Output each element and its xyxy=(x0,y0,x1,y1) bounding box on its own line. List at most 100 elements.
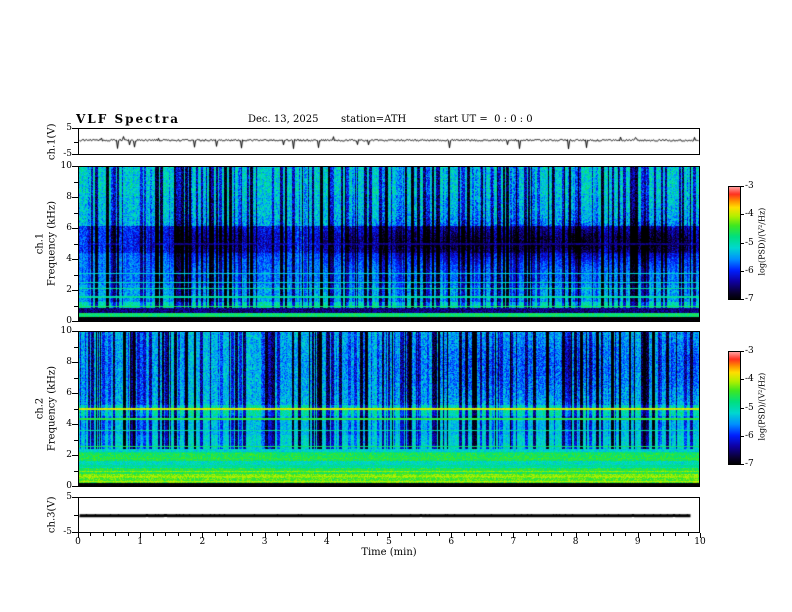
spec2-y-tick-label: 6 xyxy=(66,388,72,398)
ch1-waveform-panel xyxy=(78,128,700,155)
x-tick-mark xyxy=(600,533,601,536)
spec1-y-tick-mark xyxy=(72,290,78,291)
spec1-y-tick-mark xyxy=(72,228,78,229)
spec1-y-tick-label: 10 xyxy=(60,161,72,171)
x-tick-mark xyxy=(650,533,651,536)
colorbar2-tick-label: -4 xyxy=(745,374,754,384)
spec1-y-tick-label: 4 xyxy=(66,254,72,264)
x-tick-mark xyxy=(352,533,353,536)
spec2-y-tick-mark xyxy=(72,393,78,394)
spec2-y-tick-label: 8 xyxy=(66,357,72,367)
ch1-spectrogram-canvas xyxy=(79,167,699,321)
vlf-spectra-figure: VLF Spectra Dec. 13, 2025 station=ATH st… xyxy=(0,0,792,612)
x-tick-label: 6 xyxy=(448,537,455,547)
colorbar1-tick-mark xyxy=(741,243,744,244)
x-tick-mark xyxy=(464,533,465,536)
x-axis-title: Time (min) xyxy=(361,547,417,558)
ch2-spectrogram-panel xyxy=(78,331,700,487)
x-tick-mark xyxy=(115,533,116,536)
spec1-y-tick-mark xyxy=(74,182,78,183)
station-label: station=ATH xyxy=(341,114,407,125)
colorbar1-tick-label: -3 xyxy=(745,181,754,191)
x-tick-mark xyxy=(302,533,303,536)
x-tick-mark xyxy=(277,533,278,536)
spec2-y-tick-mark xyxy=(74,347,78,348)
spec2-y-tick-mark xyxy=(72,486,78,487)
x-tick-mark xyxy=(538,533,539,536)
wave1-y-minor-tick xyxy=(74,142,78,143)
spec2-y-tick-mark xyxy=(74,378,78,379)
spec1-y-tick-mark xyxy=(72,197,78,198)
x-tick-mark xyxy=(563,533,564,536)
x-tick-mark xyxy=(377,533,378,536)
x-tick-label: 0 xyxy=(75,537,81,547)
colorbar2-tick-label: -3 xyxy=(745,346,754,356)
wave1-y-tick-mark xyxy=(72,128,78,129)
x-tick-mark xyxy=(414,533,415,536)
colorbar2-tick-label: -6 xyxy=(745,431,754,441)
colorbar1-tick-mark xyxy=(741,214,744,215)
x-tick-label: 8 xyxy=(572,537,579,547)
x-tick-mark xyxy=(588,533,589,536)
wave3-y-tick-mark xyxy=(72,497,78,498)
x-tick-mark xyxy=(252,533,253,536)
x-tick-mark xyxy=(190,533,191,536)
ch1-waveform-canvas xyxy=(79,129,699,154)
x-tick-label: 1 xyxy=(137,537,144,547)
x-tick-mark xyxy=(426,533,427,536)
x-tick-label: 5 xyxy=(386,537,392,547)
x-tick-label: 4 xyxy=(323,537,330,547)
colorbar1-tick-mark xyxy=(741,299,744,300)
spec1-y-tick-mark xyxy=(74,213,78,214)
x-tick-mark xyxy=(178,533,179,536)
x-tick-mark xyxy=(476,533,477,536)
colorbar1-tick-label: -4 xyxy=(745,209,754,219)
ch2-spectrogram-canvas xyxy=(79,332,699,486)
start-ut-label: start UT = 0 : 0 : 0 xyxy=(434,114,533,125)
spec2-y-tick-mark xyxy=(72,424,78,425)
spec2-y-tick-label: 0 xyxy=(66,481,72,491)
x-tick-mark xyxy=(153,533,154,536)
x-tick-mark xyxy=(663,533,664,536)
x-tick-label: 10 xyxy=(694,537,706,547)
spec2-y-tick-mark xyxy=(74,409,78,410)
colorbar2-tick-mark xyxy=(741,379,744,380)
colorbar2-tick-label: -5 xyxy=(745,403,754,413)
spec1-y-tick-mark xyxy=(74,244,78,245)
x-tick-mark xyxy=(501,533,502,536)
wave3-y-tick-mark xyxy=(72,532,78,533)
wave3-y-tick-label: 5 xyxy=(66,492,72,502)
x-tick-mark xyxy=(688,533,689,536)
x-tick-mark xyxy=(289,533,290,536)
x-tick-mark xyxy=(165,533,166,536)
x-tick-mark xyxy=(401,533,402,536)
colorbar1-tick-mark xyxy=(741,186,744,187)
colorbar2-tick-mark xyxy=(741,408,744,409)
x-tick-mark xyxy=(240,533,241,536)
x-tick-mark xyxy=(128,533,129,536)
ch2-frequency-axis-label-line1: ch.2 xyxy=(34,397,46,420)
spec2-y-tick-label: 10 xyxy=(60,326,72,336)
spec1-y-tick-mark xyxy=(72,259,78,260)
wave3-y-tick-label: -5 xyxy=(63,527,72,537)
colorbar1-tick-label: -6 xyxy=(745,266,754,276)
wave3-y-minor-tick xyxy=(74,515,78,516)
colorbar2 xyxy=(728,351,741,465)
ch1-spectrogram-panel xyxy=(78,166,700,322)
spec2-y-tick-label: 2 xyxy=(66,450,72,460)
colorbar2-tick-mark xyxy=(741,464,744,465)
spec1-y-tick-label: 2 xyxy=(66,285,72,295)
ch3-waveform-panel xyxy=(78,497,700,533)
x-tick-mark xyxy=(227,533,228,536)
x-tick-mark xyxy=(215,533,216,536)
x-tick-mark xyxy=(551,533,552,536)
figure-title: VLF Spectra xyxy=(76,112,181,126)
x-tick-mark xyxy=(314,533,315,536)
x-tick-mark xyxy=(339,533,340,536)
x-tick-mark xyxy=(613,533,614,536)
x-tick-label: 3 xyxy=(261,537,268,547)
x-tick-mark xyxy=(103,533,104,536)
spec2-y-tick-mark xyxy=(72,331,78,332)
x-tick-label: 9 xyxy=(634,537,641,547)
ch3-waveform-canvas xyxy=(79,498,699,532)
